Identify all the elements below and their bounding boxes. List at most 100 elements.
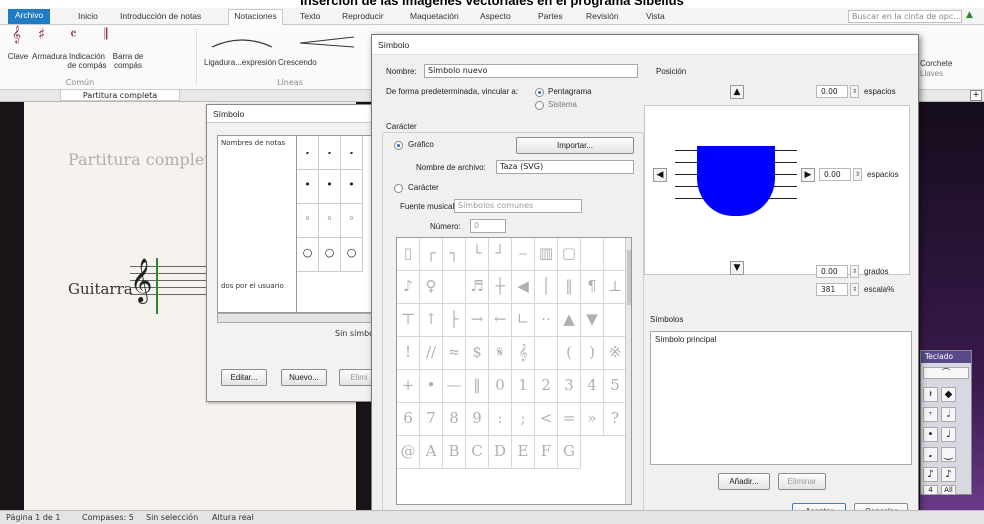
tab-texto[interactable]: Texto [300, 10, 320, 24]
symbol-cell[interactable]: ! [397, 337, 420, 370]
symbol-cell[interactable]: E [512, 436, 535, 469]
symbol-cell[interactable]: ※ [604, 337, 627, 370]
treble-clef[interactable]: 𝄞 [130, 258, 152, 303]
symbol-cell[interactable]: ♪ [397, 271, 420, 304]
filename-input[interactable]: Taza (SVG) [496, 160, 634, 174]
symbol-cell[interactable]: » [581, 403, 604, 436]
symbol-cell[interactable]: ) [581, 337, 604, 370]
symbol-cell[interactable]: 2 [535, 370, 558, 403]
symbol-cell[interactable]: < [535, 403, 558, 436]
symbol-cell[interactable]: ↑ [420, 304, 443, 337]
symbol-cell[interactable]: • [341, 170, 363, 204]
edit-button[interactable]: Editar... [221, 369, 267, 386]
tab-aspecto[interactable]: Aspecto [480, 10, 511, 24]
symbol-cell[interactable]: G [558, 436, 581, 469]
symbol-cell[interactable]: 9 [466, 403, 489, 436]
symbols-list[interactable]: Símbolo principal [650, 331, 912, 465]
symbol-cell[interactable]: ┌ [420, 238, 443, 271]
symbol-cell[interactable]: ▼ [581, 304, 604, 337]
symbol-cell[interactable]: C [466, 436, 489, 469]
symbol-cell[interactable]: D [489, 436, 512, 469]
symbol-cell[interactable] [581, 238, 604, 271]
symbol-cell[interactable]: F [535, 436, 558, 469]
symbol-cell[interactable]: 𝄞 [512, 337, 535, 370]
crescendo-button[interactable]: Crescendo [278, 58, 328, 67]
keypad-key[interactable]: ⌒ [923, 367, 969, 379]
remove-button[interactable]: Eliminar [778, 473, 826, 490]
arrow-right-button[interactable]: ▶ [801, 168, 815, 182]
symbol-cell[interactable]: ◦ [319, 204, 341, 238]
symbol-cell[interactable]: 1 [512, 370, 535, 403]
arrow-left-button[interactable]: ◀ [653, 168, 667, 182]
keypad-key[interactable]: ♩ [941, 427, 956, 442]
symbol-cell[interactable]: ¶ [581, 271, 604, 304]
rotation-input[interactable]: 0.00 [816, 265, 848, 278]
number-input[interactable]: 0 [470, 219, 506, 233]
scale-input[interactable]: 381 [816, 283, 848, 296]
symbol-cell[interactable]: 6 [397, 403, 420, 436]
offset-top-input[interactable]: 0.00 [816, 85, 848, 98]
spinner-icon[interactable]: ⇕ [850, 265, 859, 278]
dialog-title[interactable]: Símbolo [372, 35, 918, 55]
tab-reproducir[interactable]: Reproducir [342, 10, 384, 24]
symbol-cell[interactable]: ⎯ [512, 238, 535, 271]
symbol-cell[interactable]: ○ [341, 238, 363, 272]
offset-right-input[interactable]: 0.00 [819, 168, 851, 181]
symbol-cell[interactable]: 𝄋 [489, 337, 512, 370]
list-item[interactable]: Símbolo principal [655, 335, 716, 344]
symbol-cell[interactable]: ▲ [558, 304, 581, 337]
tab-maquetacion[interactable]: Maquetación [410, 10, 459, 24]
score-title[interactable]: Partitura completa [68, 150, 220, 169]
symbol-cell[interactable]: • [319, 170, 341, 204]
radio-system[interactable] [535, 101, 544, 110]
symbol-cell[interactable]: ▥ [535, 238, 558, 271]
symbol-cell[interactable]: ( [558, 337, 581, 370]
keypad-key[interactable]: 𝄽 [923, 387, 938, 402]
keypad-key[interactable]: 4 [923, 485, 938, 495]
spinner-icon[interactable]: ⇕ [850, 283, 859, 296]
radio-character[interactable] [394, 184, 403, 193]
symbol-cell[interactable]: B [443, 436, 466, 469]
keypad-key[interactable]: 𝄾 [923, 407, 938, 422]
radio-staff[interactable] [535, 88, 544, 97]
symbol-cell[interactable]: ○ [319, 238, 341, 272]
spinner-icon[interactable]: ⇕ [853, 168, 862, 181]
symbol-cell[interactable]: ♬ [466, 271, 489, 304]
symbol-cell[interactable]: 5 [604, 370, 627, 403]
add-tab-icon[interactable]: + [970, 90, 982, 101]
symbol-cell[interactable]: : [489, 403, 512, 436]
list-item[interactable]: dos por el usuario [221, 282, 284, 290]
tab-revision[interactable]: Revisión [586, 10, 619, 24]
import-button[interactable]: Importar... [516, 137, 634, 154]
symbol-cell[interactable]: ? [604, 403, 627, 436]
keypad-key[interactable]: • [923, 427, 938, 442]
symbol-cell[interactable]: 7 [420, 403, 443, 436]
dialog-title[interactable]: Símbolo [207, 105, 383, 123]
list-item[interactable]: Nombres de notas [221, 139, 285, 147]
instrument-name[interactable]: Guitarra [68, 280, 133, 298]
barra-compas-button[interactable]: Barra de compás [108, 52, 148, 70]
tab-vista[interactable]: Vista [646, 10, 665, 24]
symbol-cell[interactable]: ‖ [558, 271, 581, 304]
symbol-cell[interactable]: ; [512, 403, 535, 436]
symbol-cell[interactable]: 8 [443, 403, 466, 436]
symbol-cell[interactable]: ◦ [341, 204, 363, 238]
symbol-cell[interactable]: ┐ [443, 238, 466, 271]
symbol-grid[interactable]: G F E D C B A @?» = <;:9 8 7 6 5 4 3 2 1 0 ‖ — • + ※)(𝄞 𝄋 $ ≈//! ▼ ▲… [396, 237, 632, 505]
symbol-cell[interactable]: • [297, 170, 319, 204]
symbol-cell[interactable]: — [443, 370, 466, 403]
radio-graphic[interactable] [394, 141, 403, 150]
symbol-cell[interactable]: ┼ [489, 271, 512, 304]
horizontal-scrollbar[interactable] [217, 313, 387, 323]
spinner-icon[interactable]: ⇕ [850, 85, 859, 98]
keypad-key[interactable]: ♪ [923, 467, 938, 482]
keypad-key[interactable]: ⏝ [941, 447, 956, 462]
arrow-up-button[interactable]: ▲ [730, 85, 744, 99]
symbol-cell[interactable]: ‖ [466, 370, 489, 403]
symbol-cell[interactable]: @ [397, 436, 420, 469]
ribbon-search-input[interactable]: Buscar en la cinta de opc... [848, 10, 962, 23]
vertical-scrollbar[interactable] [625, 238, 631, 504]
add-button[interactable]: Añadir... [718, 473, 770, 490]
tab-introduccion-notas[interactable]: Introducción de notas [120, 10, 201, 24]
keypad-key[interactable]: ♪ [941, 467, 956, 482]
